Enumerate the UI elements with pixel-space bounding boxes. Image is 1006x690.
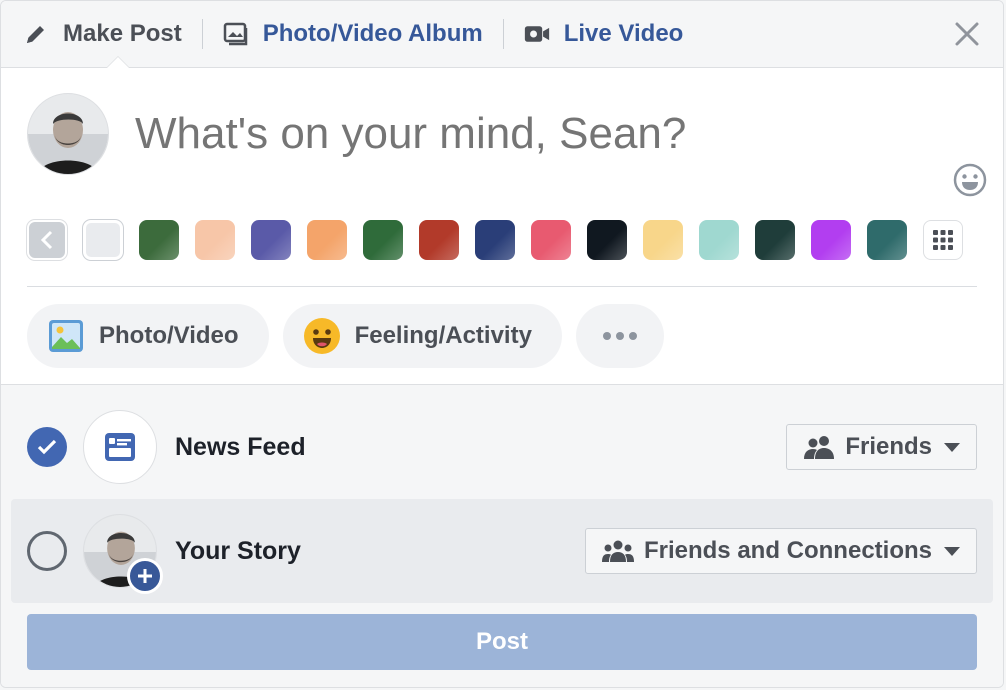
background-swatch[interactable]: [307, 220, 347, 260]
background-swatch[interactable]: [251, 220, 291, 260]
background-swatch[interactable]: [363, 220, 403, 260]
background-swatch[interactable]: [83, 220, 123, 260]
photo-icon: [47, 317, 85, 355]
news-feed-row[interactable]: News Feed Friends: [11, 395, 993, 499]
news-feed-audience-select[interactable]: Friends: [786, 424, 977, 470]
divider: [27, 286, 977, 287]
your-story-row[interactable]: Your Story Friends and Connections: [11, 499, 993, 603]
chevron-down-icon: [944, 546, 960, 556]
news-feed-audience-label: Friends: [845, 433, 932, 460]
background-swatch[interactable]: [587, 220, 627, 260]
grid-icon: [933, 230, 953, 250]
background-swatch[interactable]: [867, 220, 907, 260]
background-swatch[interactable]: [419, 220, 459, 260]
story-avatar: [83, 514, 163, 594]
more-backgrounds-button[interactable]: [923, 220, 963, 260]
background-swatch[interactable]: [699, 220, 739, 260]
your-story-radio[interactable]: [27, 531, 67, 571]
feeling-emoji-icon: [303, 317, 341, 355]
news-feed-icon-wrap: [83, 410, 157, 484]
background-swatches: [83, 220, 923, 260]
background-swatch[interactable]: [643, 220, 683, 260]
photo-video-label: Photo/Video: [99, 322, 239, 349]
friends-icon: [803, 435, 835, 459]
background-picker: [27, 220, 979, 260]
composer-actions: Photo/Video Feeling/Activity: [27, 304, 678, 368]
compose-area: Photo/Video Feeling/Activity: [1, 68, 1003, 383]
news-feed-checkbox[interactable]: [27, 427, 67, 467]
tab-divider: [201, 19, 203, 49]
tab-caret: [107, 57, 129, 68]
avatar[interactable]: [27, 93, 109, 175]
close-icon: [955, 22, 979, 46]
more-options-button[interactable]: [575, 304, 664, 368]
pencil-icon: [23, 21, 49, 47]
feeling-activity-button[interactable]: Feeling/Activity: [282, 304, 562, 368]
background-swatch[interactable]: [811, 220, 851, 260]
background-swatch[interactable]: [531, 220, 571, 260]
plus-icon: [138, 569, 152, 583]
post-button[interactable]: Post: [27, 614, 977, 670]
tab-photo-video-album[interactable]: Photo/Video Album: [223, 20, 483, 48]
background-prev-button[interactable]: [27, 220, 67, 260]
share-destinations: News Feed Friends Your Story Friends and…: [1, 384, 1003, 687]
news-feed-label: News Feed: [175, 432, 306, 461]
add-story-icon: [127, 558, 163, 594]
tab-live-video-label: Live Video: [563, 20, 684, 47]
emoji-picker-button[interactable]: [953, 163, 987, 197]
tab-make-post-label: Make Post: [63, 20, 182, 47]
tab-divider: [502, 19, 504, 49]
composer-tabs: Make Post Photo/Video Album Live Video: [1, 1, 1003, 68]
smiley-icon: [953, 163, 987, 197]
tab-make-post[interactable]: Make Post: [23, 20, 182, 48]
your-story-audience-select[interactable]: Friends and Connections: [584, 528, 977, 574]
ellipsis-icon: [602, 332, 637, 340]
your-story-label: Your Story: [175, 536, 301, 565]
chevron-down-icon: [944, 442, 960, 452]
checkmark-icon: [37, 439, 57, 455]
friends-connections-icon: [601, 539, 634, 563]
feeling-activity-label: Feeling/Activity: [354, 322, 532, 349]
tab-live-video[interactable]: Live Video: [524, 20, 684, 48]
video-camera-icon: [524, 21, 550, 47]
your-story-audience-label: Friends and Connections: [643, 537, 932, 564]
photo-video-button[interactable]: Photo/Video: [27, 304, 269, 368]
status-input[interactable]: [133, 108, 917, 160]
tab-photo-album-label: Photo/Video Album: [262, 20, 483, 47]
background-swatch[interactable]: [195, 220, 235, 260]
background-swatch[interactable]: [475, 220, 515, 260]
close-button[interactable]: [951, 18, 983, 50]
background-swatch[interactable]: [139, 220, 179, 260]
news-feed-icon: [105, 433, 135, 461]
background-swatch[interactable]: [755, 220, 795, 260]
chevron-left-icon: [40, 230, 53, 250]
photo-album-icon: [223, 21, 249, 47]
post-composer: Make Post Photo/Video Album Live Video W…: [0, 0, 1004, 688]
